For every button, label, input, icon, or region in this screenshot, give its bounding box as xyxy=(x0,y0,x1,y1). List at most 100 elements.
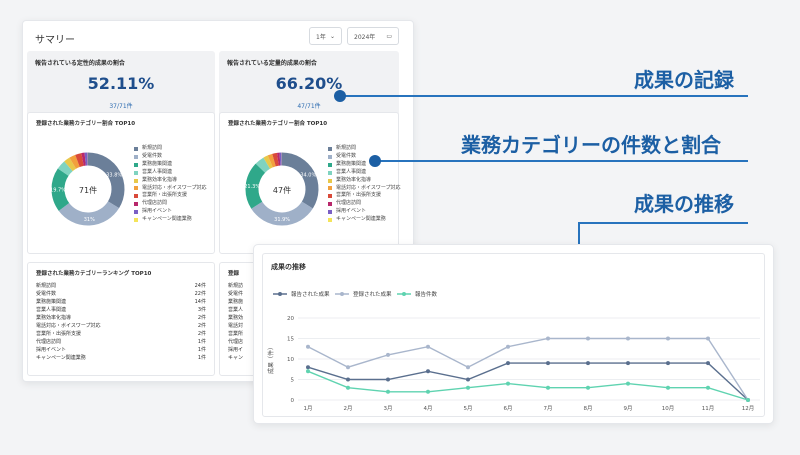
callout-record-line xyxy=(340,95,748,97)
donut-right-slice-label: 31.9% xyxy=(274,217,290,223)
trend-x-tick: 4月 xyxy=(424,405,433,412)
donut-right-slice xyxy=(255,157,271,173)
ranking-name: 業務施策関連 xyxy=(36,299,67,305)
trend-point xyxy=(626,361,630,366)
legend-swatch xyxy=(328,162,332,167)
donut-left-slice-label: 33.8% xyxy=(106,172,122,178)
legend-swatch xyxy=(328,202,332,207)
callout-category-dot xyxy=(369,155,381,167)
ranking-count: 22件 xyxy=(194,291,206,297)
donut-left-legend: 新規訪問 受電件数 業務施策関連 営業人事関連 業務効率化指導 電話対応・ボイスワープ対応… xyxy=(134,145,207,224)
year-select-value: 2024年 xyxy=(354,33,376,41)
donut-left-title: 登録された業務カテゴリー割合 TOP10 xyxy=(36,121,136,127)
trend-point xyxy=(426,369,430,374)
ranking-list: 新規訪問 24件 受電件数 22件 業務施策関連 14件 営業人事関連 3件 業務効率化指導 2件… xyxy=(36,282,206,362)
legend-label: 営業人事関連 xyxy=(336,168,367,175)
category-donut-card-left: 登録された業務カテゴリー割合 TOP10 33.8% 31% 19.7% 71件 新… xyxy=(27,112,215,254)
donut-left-slice xyxy=(64,157,77,172)
ranking-row: 代理店訪問 1件 xyxy=(36,338,206,346)
ranking-name: 受電件数 xyxy=(36,291,57,297)
ranking-title: 登録された業務カテゴリーランキング TOP10 xyxy=(36,271,152,277)
trend-point xyxy=(506,361,510,366)
callout-trend: 成果の推移 xyxy=(634,192,734,216)
trend-point xyxy=(666,385,670,390)
kpi-quantitative-card: 報告されている定量的成果の割合 66.20% 47/71件 xyxy=(219,51,399,119)
donut-right-slice xyxy=(272,152,279,167)
legend-swatch xyxy=(328,210,332,215)
donut-left-slice-label: 31% xyxy=(84,217,95,223)
trend-legend-item: 報告件数 xyxy=(397,290,438,298)
callout-trend-line xyxy=(578,222,748,224)
trend-x-tick: 3月 xyxy=(384,405,393,412)
legend-label: 受電件数 xyxy=(142,152,163,159)
donut-right-slice xyxy=(267,153,276,168)
donut-right-legend-item: 営業人事関連 xyxy=(328,169,401,177)
kpi-quantitative-title: 報告されている定量的成果の割合 xyxy=(227,60,317,67)
legend-label: 新規訪問 xyxy=(336,145,357,151)
legend-swatch xyxy=(328,186,332,191)
kpi-quantitative-value: 66.20% xyxy=(275,74,343,93)
donut-right-legend-item: 採用イベント xyxy=(328,208,401,216)
ranking-count: 3件 xyxy=(197,307,206,313)
trend-chart-card: 成果の推移 報告された成果 登録された成果 報告件数 0 5 10 15 20 成果（件） 1月 2… xyxy=(262,253,765,417)
ranking-count: 14件 xyxy=(194,299,206,305)
legend-swatch xyxy=(328,218,332,223)
legend-swatch xyxy=(134,178,138,183)
trend-y-tick: 5 xyxy=(291,378,295,384)
ranking-right-title: 登録 xyxy=(228,271,240,277)
donut-right-slice xyxy=(263,155,273,169)
trend-point xyxy=(426,389,430,394)
trend-y-tick: 15 xyxy=(287,337,294,343)
legend-swatch xyxy=(134,210,138,215)
trend-point xyxy=(706,385,710,390)
trend-x-tick: 10月 xyxy=(662,405,675,412)
trend-point xyxy=(346,365,350,370)
ranking-row: 新規訪問 24件 xyxy=(36,282,206,290)
trend-x-tick: 7月 xyxy=(544,405,553,412)
donut-right-title: 登録された業務カテゴリー割合 TOP10 xyxy=(228,121,328,127)
legend-swatch xyxy=(134,146,138,151)
trend-y-tick: 0 xyxy=(291,398,295,404)
trend-point xyxy=(306,365,310,370)
donut-left-slice xyxy=(69,154,80,169)
legend-swatch xyxy=(328,170,332,175)
donut-right-legend-item: 業務効率化指導 xyxy=(328,177,401,185)
callout-category: 業務カテゴリーの件数と割合 xyxy=(461,133,721,157)
ranking-card-left: 登録された業務カテゴリーランキング TOP10 新規訪問 24件 受電件数 22件業務… xyxy=(27,262,215,376)
legend-swatch xyxy=(134,194,138,199)
callout-record-dot xyxy=(334,90,346,102)
trend-point xyxy=(546,361,550,366)
ranking-row: 業務効率化指導 2件 xyxy=(36,314,206,322)
trend-point xyxy=(506,381,510,386)
period-select[interactable]: 1年 ⌄ xyxy=(309,27,342,45)
trend-point xyxy=(546,385,550,390)
donut-right-legend: 新規訪問 受電件数 業務施策関連 営業人事関連 業務効率化指導 電話対応・ボイスワープ対応… xyxy=(328,145,401,224)
donut-left-legend-item: 受電件数 xyxy=(134,153,207,161)
legend-swatch xyxy=(134,162,138,167)
kpi-qualitative-sub: 37/71件 xyxy=(109,103,133,110)
trend-point xyxy=(546,336,550,341)
trend-point xyxy=(626,381,630,386)
ranking-name: 新規訪問 xyxy=(36,283,57,289)
chevron-down-icon: ⌄ xyxy=(329,32,335,40)
trend-x-tick: 11月 xyxy=(702,405,715,412)
year-select[interactable]: 2024年 ▭ xyxy=(347,27,399,45)
ranking-row: 採用イベント 1件 xyxy=(36,346,206,354)
trend-point xyxy=(586,336,590,341)
trend-x-tick: 8月 xyxy=(584,405,593,412)
trend-point xyxy=(586,385,590,390)
donut-right-center: 47件 xyxy=(272,186,292,195)
trend-point xyxy=(746,398,750,402)
callout-record: 成果の記録 xyxy=(634,68,734,92)
ranking-name: 営業所・出張所支援 xyxy=(36,331,82,337)
trend-point xyxy=(346,385,350,390)
trend-point xyxy=(346,377,350,382)
donut-right-legend-item: 新規訪問 xyxy=(328,145,401,153)
trend-point xyxy=(466,385,470,390)
ranking-count: 2件 xyxy=(197,331,206,337)
trend-point xyxy=(466,365,470,370)
legend-label: キャンペーン関連業務 xyxy=(336,216,386,223)
legend-label: 受電件数 xyxy=(336,152,357,159)
trend-x-tick: 5月 xyxy=(464,405,473,412)
legend-swatch xyxy=(134,170,138,175)
